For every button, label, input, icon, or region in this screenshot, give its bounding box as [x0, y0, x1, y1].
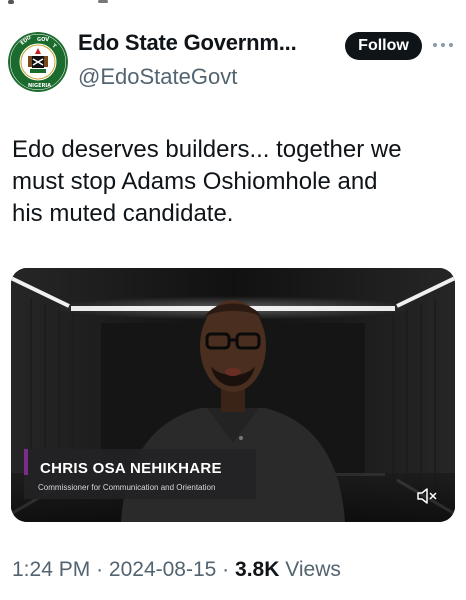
edo-state-seal-icon: EDO GOV T NIGERIA: [8, 32, 68, 92]
more-horizontal-icon: [433, 43, 453, 47]
speaker-name: CHRIS OSA NEHIKHARE: [40, 460, 222, 477]
tweet-text: Edo deserves builders... together we mus…: [12, 136, 402, 227]
speaker-role: Commissioner for Communication and Orien…: [38, 483, 216, 492]
tweet-metadata: 1:24 PM · 2024-08-15 · 3.8K Views: [12, 558, 341, 582]
speaker-muted-icon: [417, 488, 437, 504]
display-name-row: Edo State Governm...: [78, 30, 297, 56]
lower-third-accent: [24, 449, 28, 475]
separator-dot: ·: [222, 558, 230, 581]
follow-button[interactable]: Follow: [345, 32, 422, 60]
tweet-header: EDO GOV T NIGERIA Edo State Governm... @…: [0, 22, 466, 102]
views-count: 3.8K: [235, 558, 280, 581]
mute-toggle-button[interactable]: [414, 486, 440, 506]
tweet-date[interactable]: 2024-08-15: [109, 558, 216, 581]
separator-dot: ·: [96, 558, 104, 581]
tweet-time[interactable]: 1:24 PM: [12, 558, 90, 581]
svg-text:NIGERIA: NIGERIA: [28, 83, 51, 89]
views-label: Views: [285, 558, 341, 581]
display-name[interactable]: Edo State Governm...: [78, 30, 297, 56]
previous-post-edge: [0, 0, 466, 8]
svg-text:GOV: GOV: [37, 37, 49, 43]
user-handle[interactable]: @EdoStateGovt: [78, 64, 237, 90]
avatar[interactable]: EDO GOV T NIGERIA: [8, 32, 68, 92]
more-options-button[interactable]: [430, 34, 456, 56]
